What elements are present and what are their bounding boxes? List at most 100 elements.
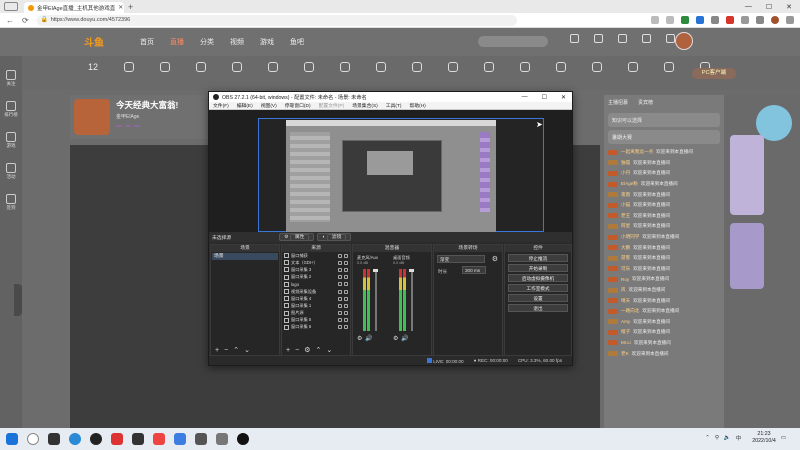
lock-icon[interactable] [344,260,348,265]
category-item[interactable] [150,56,180,90]
minimize-icon[interactable]: — [745,3,752,11]
app-red-icon[interactable] [111,433,123,445]
category-item[interactable] [258,56,288,90]
lock-icon[interactable] [344,282,348,287]
promo-card[interactable] [730,135,764,215]
filters-button[interactable]: ◐ 滤镜 [317,233,352,241]
tray-up-icon[interactable]: ⌃ [705,435,710,441]
user-avatar[interactable] [675,32,693,50]
add-source-icon[interactable]: + [286,347,290,354]
volume-icon[interactable]: 🔈 [724,435,731,441]
nav-fishbar[interactable]: 鱼吧 [290,37,304,47]
visibility-icon[interactable] [338,267,342,272]
category-item[interactable] [186,56,216,90]
visibility-icon[interactable] [338,282,342,287]
lock-icon[interactable] [344,296,348,301]
close-tab-icon[interactable]: ✕ [118,4,123,11]
chat-user[interactable]: ElAge粉 [621,181,638,187]
nav-game[interactable]: 游戏 [260,37,274,47]
chat-user[interactable]: 橙子 [621,329,630,335]
qq-icon[interactable] [90,433,102,445]
visibility-icon[interactable] [338,303,342,308]
site-search-input[interactable] [478,36,548,47]
preview-canvas[interactable] [258,118,544,233]
chat-user[interactable]: 小丹 [621,170,630,176]
chat-user[interactable]: 老王 [621,213,630,219]
category-item[interactable] [114,56,144,90]
browser-tab[interactable]: 金甲ElAge直播_主机其他游戏直 ✕ [24,2,124,13]
move-down-icon[interactable]: ⌄ [326,346,332,354]
app-dark-icon[interactable] [132,433,144,445]
menu-docks[interactable]: 停靠窗口(D) [285,102,311,109]
move-up-icon[interactable]: ⌃ [315,346,321,354]
remove-source-icon[interactable]: − [295,347,299,354]
transition-settings-icon[interactable]: ⚙ [492,255,498,263]
visibility-icon[interactable] [338,260,342,265]
tab-actions-icon[interactable] [4,2,18,11]
lock-icon[interactable] [344,275,348,280]
lock-icon[interactable] [344,267,348,272]
speaker-icon[interactable]: 🔊 [365,335,372,342]
nav-category[interactable]: 分类 [200,37,214,47]
lock-icon[interactable] [344,289,348,294]
history-icon[interactable] [566,34,582,44]
sidebar-activity[interactable]: 活动 [0,163,22,180]
menu-profile[interactable]: 配置文件(P) [319,102,345,109]
chat-user[interactable]: 小猫 [621,202,630,208]
settings-button[interactable]: 设置 [508,294,568,302]
lock-icon[interactable] [344,325,348,330]
category-item[interactable] [582,56,612,90]
category-item[interactable] [294,56,324,90]
more-menu-icon[interactable] [786,16,794,24]
chat-user[interactable]: 晴天 [621,298,630,304]
source-item[interactable]: 窗口采集 4 [282,295,350,302]
close-window-icon[interactable]: ✕ [786,3,792,11]
site-logo[interactable]: 斗鱼 [84,34,126,50]
chat-user[interactable]: Amy [621,319,630,324]
category-item[interactable] [438,56,468,90]
tag[interactable] [134,125,140,127]
upload-icon[interactable] [638,34,654,44]
menu-edit[interactable]: 编辑(E) [237,102,253,109]
obs-taskbar-icon[interactable] [237,433,249,445]
source-settings-icon[interactable]: ⚙ [304,346,310,354]
move-down-icon[interactable]: ⌄ [244,346,250,354]
streamer-avatar[interactable] [74,99,110,135]
chat-user[interactable]: 可乐 [621,266,630,272]
tag[interactable] [125,125,131,127]
tag[interactable] [116,125,122,127]
notification-icon[interactable]: ▭ [781,435,786,441]
category-item[interactable] [510,56,540,90]
app-icon[interactable] [216,433,228,445]
menu-file[interactable]: 文件(F) [213,102,229,109]
lock-icon[interactable] [344,311,348,316]
obs-minimize-icon[interactable]: — [522,94,528,101]
app-blue-icon[interactable] [174,433,186,445]
network-icon[interactable]: ⚲ [715,435,719,441]
extension-blue-icon[interactable] [696,16,704,24]
source-item[interactable]: 窗口采集 1 [282,302,350,309]
remove-scene-icon[interactable]: − [224,347,228,354]
category-item[interactable] [474,56,504,90]
chat-user[interactable]: 阿星 [621,223,630,229]
menu-view[interactable]: 视图(V) [261,102,277,109]
url-input[interactable]: 🔒 https://www.douyu.com/4572396 [36,14,517,26]
source-item[interactable]: 窗口采集 3 [282,266,350,273]
source-item[interactable]: 图片源 [282,310,350,317]
source-item[interactable]: 窗口采集 6 [282,324,350,331]
edge-icon[interactable] [69,433,81,445]
source-item[interactable]: 文本（GDI+） [282,259,350,266]
visibility-icon[interactable] [338,325,342,330]
extension-gray-icon[interactable] [711,16,719,24]
channel-settings-icon[interactable]: ⚙ [393,335,398,342]
visibility-icon[interactable] [338,253,342,258]
category-item[interactable] [330,56,360,90]
new-tab-icon[interactable]: + [128,2,133,12]
chat-user[interactable]: 风 [621,287,626,293]
visibility-icon[interactable] [338,296,342,301]
chat-user[interactable]: 老K [621,351,629,357]
category-item[interactable] [654,56,684,90]
category-item[interactable] [618,56,648,90]
sidebar-follow[interactable]: 关注 [0,70,22,87]
sidebar-signin[interactable]: 签到 [0,194,22,211]
